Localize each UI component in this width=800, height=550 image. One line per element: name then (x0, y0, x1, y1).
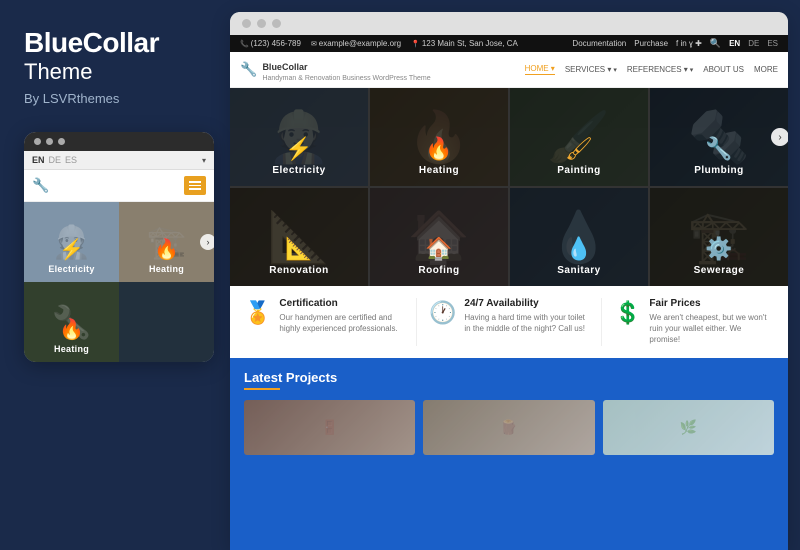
topbar-lang-en[interactable]: EN (729, 39, 740, 48)
feature-availability: 🕐 24/7 Availability Having a hard time w… (429, 298, 602, 346)
electricity-icon: ⚡ (59, 237, 84, 262)
hero-cell-painting[interactable]: 🖌️ 🖌 Painting (510, 88, 648, 186)
mobile-lang-bar[interactable]: EN DE ES ▾ (24, 151, 214, 170)
brand-by: By LSVRthemes (24, 91, 206, 106)
hero-sewerage-icon: ⚙️ (705, 236, 732, 262)
hero-painting-label: Painting (557, 165, 600, 176)
availability-desc: Having a hard time with your toilet in t… (464, 312, 589, 334)
nav-brand-tagline: Handyman & Renovation Business WordPress… (262, 75, 430, 82)
features-bar: 🏅 Certification Our handymen are certifi… (230, 286, 788, 358)
projects-underline (244, 388, 280, 390)
topbar-location: 123 Main St, San Jose, CA (411, 39, 518, 48)
desktop-topbar: (123) 456-789 example@example.org 123 Ma… (230, 35, 788, 52)
hero-sanitary-icon: 💧 (565, 236, 592, 262)
titlebar-dot-3 (272, 19, 281, 28)
hero-roofing-icon: 🏠 (425, 236, 452, 262)
nav-item-references[interactable]: REFERENCES ▾ (627, 65, 693, 74)
mobile-slide-arrow[interactable]: › (200, 234, 214, 250)
hero-cell-sewerage[interactable]: 🏗️ ⚙️ Sewerage (650, 188, 788, 286)
heating-icon: 🔥 (154, 237, 179, 262)
nav-item-services[interactable]: SERVICES ▾ (565, 65, 617, 74)
desktop-nav: 🔧 BlueCollar Handyman & Renovation Busin… (230, 52, 788, 88)
feature-certification: 🏅 Certification Our handymen are certifi… (244, 298, 417, 346)
left-panel: BlueCollar Theme By LSVRthemes EN DE ES … (0, 0, 230, 550)
fairprices-title: Fair Prices (649, 298, 774, 309)
topbar-phone: (123) 456-789 (240, 39, 301, 48)
mobile-hamburger-button[interactable] (184, 176, 206, 195)
mobile-mockup: EN DE ES ▾ 🔧 👷 ⚡ Electricity (24, 132, 214, 362)
nav-brand-name: BlueCollar (262, 62, 307, 72)
hero-plumbing-label: Plumbing (694, 165, 744, 176)
certification-desc: Our handymen are certified and highly ex… (279, 312, 404, 334)
topbar-email: example@example.org (311, 39, 401, 48)
nav-brand-icon: 🔧 (240, 61, 257, 78)
fire2-icon: 🔥 (59, 317, 84, 342)
mobile-nav-icon: 🔧 (32, 177, 49, 194)
mobile-dot-2 (46, 138, 53, 145)
hero-cell-heating[interactable]: 🔥 🔥 Heating (370, 88, 508, 186)
desktop-titlebar (230, 12, 788, 35)
mobile-nav: 🔧 (24, 170, 214, 202)
brand-title: BlueCollar (24, 28, 206, 59)
hero-electricity-icon: ⚡ (285, 136, 312, 162)
nav-item-aboutus[interactable]: ABOUT US (703, 65, 744, 74)
hero-renovation-icon: 📐 (285, 236, 312, 262)
hero-heating-icon: 🔥 (425, 136, 452, 162)
nav-brand: 🔧 BlueCollar Handyman & Renovation Busin… (240, 57, 431, 82)
mobile-dot-3 (58, 138, 65, 145)
mobile-lang-en[interactable]: EN (32, 155, 45, 165)
hero-heating-label: Heating (419, 165, 459, 176)
mobile-service-placeholder1: 🔧 🔥 Heating (24, 282, 119, 362)
certification-icon: 🏅 (244, 300, 271, 326)
projects-section: Latest Projects 🚪 🪵 🌿 (230, 358, 788, 550)
hero-cell-sanitary[interactable]: 💧 💧 Sanitary (510, 188, 648, 286)
topbar-documentation-link[interactable]: Documentation (572, 39, 626, 48)
electricity-label: Electricity (48, 264, 94, 274)
mobile-lang-dropdown-icon[interactable]: ▾ (202, 156, 206, 165)
availability-icon: 🕐 (429, 300, 456, 326)
hero-cell-plumbing[interactable]: 🔩 🔧 Plumbing › (650, 88, 788, 186)
hero-roofing-label: Roofing (418, 265, 459, 276)
heating-label: Heating (149, 264, 184, 274)
hero-grid: 👷 ⚡ Electricity 🔥 🔥 Heating 🖌️ 🖌 Paintin… (230, 88, 788, 286)
hero-cell-roofing[interactable]: 🏠 🏠 Roofing (370, 188, 508, 286)
certification-title: Certification (279, 298, 404, 309)
hero-slide-arrow[interactable]: › (771, 128, 788, 146)
project-thumb-3[interactable]: 🌿 (603, 400, 774, 455)
titlebar-dot-1 (242, 19, 251, 28)
availability-title: 24/7 Availability (464, 298, 589, 309)
hero-cell-renovation[interactable]: 📐 📐 Renovation (230, 188, 368, 286)
mobile-service-electricity[interactable]: 👷 ⚡ Electricity (24, 202, 119, 282)
nav-menu: HOME ▾ SERVICES ▾ REFERENCES ▾ ABOUT US … (525, 64, 778, 75)
mobile-titlebar (24, 132, 214, 151)
project-thumb-2[interactable]: 🪵 (423, 400, 594, 455)
mobile-service-heating[interactable]: 🏗️ 🔥 Heating › (119, 202, 214, 282)
titlebar-dot-2 (257, 19, 266, 28)
nav-item-home[interactable]: HOME ▾ (525, 64, 555, 75)
topbar-right: Documentation Purchase f in ɣ ✚ 🔍 EN DE … (572, 38, 778, 49)
nav-item-more[interactable]: MORE (754, 65, 778, 74)
hero-sewerage-label: Sewerage (694, 265, 745, 276)
desktop-mockup: (123) 456-789 example@example.org 123 Ma… (230, 12, 788, 550)
projects-title: Latest Projects (244, 370, 774, 385)
fairprices-icon: 💲 (614, 300, 641, 326)
hero-sanitary-label: Sanitary (557, 265, 600, 276)
hero-painting-icon: 🖌 (565, 136, 593, 162)
topbar-purchase-link[interactable]: Purchase (634, 39, 668, 48)
heating2-label: Heating (54, 344, 89, 354)
project-thumb-1[interactable]: 🚪 (244, 400, 415, 455)
hero-plumbing-icon: 🔧 (705, 136, 732, 162)
mobile-dot-1 (34, 138, 41, 145)
mobile-service-grid: 👷 ⚡ Electricity 🏗️ 🔥 Heating › 🔧 🔥 Heati… (24, 202, 214, 362)
fairprices-desc: We aren't cheapest, but we won't ruin yo… (649, 312, 774, 346)
mobile-nav-logo: 🔧 (32, 177, 49, 194)
desktop-body: (123) 456-789 example@example.org 123 Ma… (230, 35, 788, 550)
brand-subtitle: Theme (24, 59, 206, 85)
mobile-service-placeholder2 (119, 282, 214, 362)
hero-electricity-label: Electricity (272, 165, 325, 176)
feature-fairprices: 💲 Fair Prices We aren't cheapest, but we… (614, 298, 774, 346)
hero-cell-electricity[interactable]: 👷 ⚡ Electricity (230, 88, 368, 186)
hero-renovation-label: Renovation (269, 265, 328, 276)
projects-grid: 🚪 🪵 🌿 (244, 400, 774, 455)
